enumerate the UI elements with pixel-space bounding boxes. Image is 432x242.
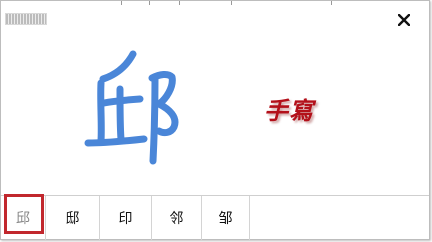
candidate-bar: 邱 邸 印 邻 邹 bbox=[1, 195, 429, 240]
candidate-3[interactable]: 印 bbox=[100, 196, 152, 240]
candidate-4[interactable]: 邻 bbox=[152, 196, 202, 240]
close-icon bbox=[398, 14, 410, 26]
top-ruler-ticks bbox=[1, 1, 429, 5]
candidate-bar-empty-space bbox=[250, 196, 429, 240]
stroke-5 bbox=[84, 135, 148, 147]
handwritten-strokes bbox=[84, 50, 179, 165]
stroke-2 bbox=[97, 79, 105, 145]
handwriting-watermark: 手寫 bbox=[264, 96, 314, 125]
candidate-1[interactable]: 邱 bbox=[1, 196, 46, 240]
handwriting-canvas[interactable]: 手寫 bbox=[2, 31, 430, 196]
stroke-4 bbox=[116, 85, 125, 143]
candidate-5[interactable]: 邹 bbox=[202, 196, 250, 240]
close-button[interactable] bbox=[393, 9, 415, 31]
stroke-1 bbox=[99, 50, 137, 83]
grip-icon[interactable] bbox=[5, 13, 47, 25]
candidate-2[interactable]: 邸 bbox=[46, 196, 100, 240]
stroke-7 bbox=[149, 75, 159, 165]
handwriting-panel: 手寫 邱 邸 印 邻 邹 bbox=[0, 0, 430, 240]
